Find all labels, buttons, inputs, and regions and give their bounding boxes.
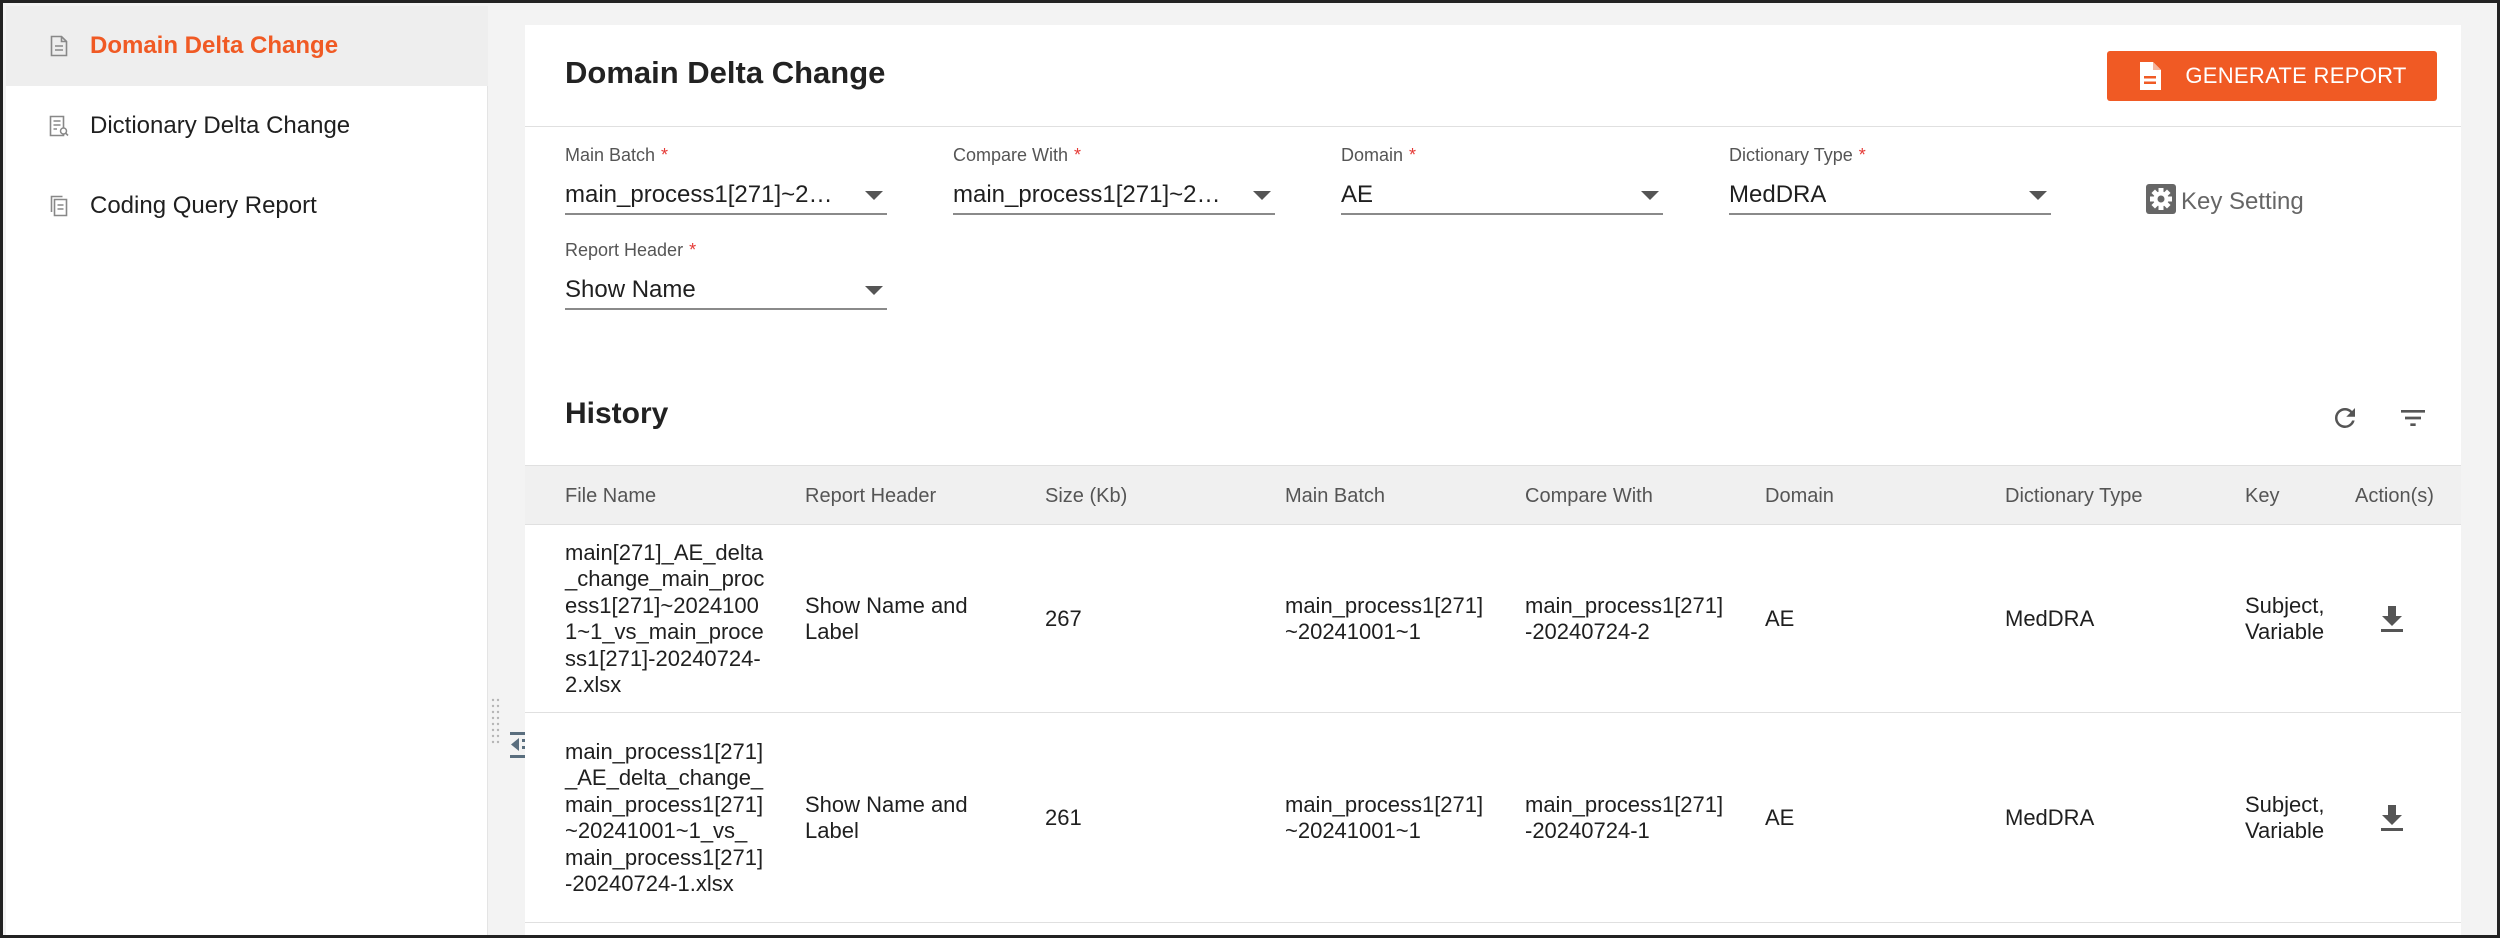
main-batch-cell: main_process1[271]~20241001~1 bbox=[1285, 791, 1484, 844]
required-marker: * bbox=[689, 240, 697, 260]
key-cell: Subject, Variable bbox=[2245, 592, 2325, 645]
report-header-label: Report Header bbox=[565, 240, 684, 260]
dropdown-caret-icon bbox=[865, 190, 883, 200]
report-header-cell: Show Name and Label bbox=[805, 791, 968, 844]
table-header: File Name Report Header Size (Kb) Main B… bbox=[525, 465, 2461, 525]
sidebar: Domain Delta Change Dictionary Delta Cha… bbox=[6, 6, 488, 935]
main-batch-select[interactable]: main_process1[271]~20241001~1 bbox=[565, 177, 887, 215]
download-icon[interactable] bbox=[2375, 801, 2409, 835]
key-cell: Subject, Variable bbox=[2245, 791, 2325, 844]
required-marker: * bbox=[661, 145, 669, 165]
report-document-icon bbox=[2137, 61, 2163, 91]
compare-with-value: main_process1[271]~20240724-2 bbox=[953, 181, 1233, 208]
filter-icon[interactable] bbox=[2393, 398, 2433, 438]
key-setting-label: Key Setting bbox=[2181, 187, 2304, 215]
sidebar-item-label: Domain Delta Change bbox=[90, 32, 339, 59]
main-batch-cell: main_process1[271]~20241001~1 bbox=[1285, 592, 1484, 645]
sidebar-item-coding-query-report[interactable]: Coding Query Report bbox=[6, 166, 488, 246]
table-row: main_process1[271]_AE_delta_change_main_… bbox=[525, 713, 2461, 923]
domain-value: AE bbox=[1341, 181, 1374, 208]
compare-with-select[interactable]: main_process1[271]~20240724-2 bbox=[953, 177, 1275, 215]
main-panel: Domain Delta Change GENERATE REPORT Main… bbox=[525, 25, 2461, 935]
history-title: History bbox=[565, 397, 669, 430]
dictionary-type-field: Dictionary Type * MedDRA bbox=[1729, 145, 2051, 215]
dictionary-type-select[interactable]: MedDRA bbox=[1729, 177, 2051, 215]
domain-label: Domain bbox=[1341, 145, 1404, 165]
column-header-main-batch[interactable]: Main Batch bbox=[1285, 466, 1385, 526]
dropdown-caret-icon bbox=[2029, 190, 2047, 200]
column-header-compare-with[interactable]: Compare With bbox=[1525, 466, 1653, 526]
dictionary-type-cell: MedDRA bbox=[2005, 804, 2095, 830]
compare-with-cell: main_process1[271]-20240724-2 bbox=[1525, 592, 1724, 645]
required-marker: * bbox=[1409, 145, 1417, 165]
domain-cell: AE bbox=[1765, 605, 1795, 631]
column-header-file-name[interactable]: File Name bbox=[565, 466, 656, 526]
resize-handle[interactable] bbox=[491, 697, 501, 749]
dictionary-type-label: Dictionary Type bbox=[1729, 145, 1853, 165]
page-title: Domain Delta Change bbox=[565, 55, 886, 90]
column-header-size[interactable]: Size (Kb) bbox=[1045, 466, 1127, 526]
domain-cell: AE bbox=[1765, 804, 1795, 830]
dictionary-type-cell: MedDRA bbox=[2005, 605, 2095, 631]
key-setting-button[interactable]: Key Setting bbox=[2145, 183, 2304, 220]
dictionary-type-value: MedDRA bbox=[1729, 181, 1827, 208]
column-header-actions: Action(s) bbox=[2355, 484, 2434, 507]
history-table: File Name Report Header Size (Kb) Main B… bbox=[525, 465, 2461, 923]
column-header-dictionary-type[interactable]: Dictionary Type bbox=[2005, 466, 2142, 526]
required-marker: * bbox=[1858, 145, 1866, 165]
app-frame: Domain Delta Change Dictionary Delta Cha… bbox=[0, 0, 2500, 938]
compare-with-field: Compare With* main_process1[271]~2024072… bbox=[953, 145, 1275, 215]
report-header-field: Report Header * Show Name bbox=[565, 240, 887, 310]
file-name-cell: main_process1[271]_AE_delta_change_main_… bbox=[565, 738, 764, 897]
document-list-icon bbox=[48, 114, 70, 138]
dropdown-caret-icon bbox=[1253, 190, 1271, 200]
report-header-select[interactable]: Show Name bbox=[565, 272, 887, 310]
domain-select[interactable]: AE bbox=[1341, 177, 1663, 215]
main-batch-field: Main Batch* main_process1[271]~20241001~… bbox=[565, 145, 887, 215]
header-divider bbox=[525, 126, 2461, 127]
column-header-key[interactable]: Key bbox=[2245, 466, 2279, 526]
refresh-icon[interactable] bbox=[2325, 398, 2365, 438]
size-cell: 261 bbox=[1045, 804, 1082, 830]
sidebar-item-label: Dictionary Delta Change bbox=[90, 112, 351, 139]
copy-document-icon bbox=[48, 194, 70, 218]
domain-field: Domain * AE bbox=[1341, 145, 1663, 215]
file-name-cell: main[271]_AE_delta_change_main_process1[… bbox=[565, 539, 765, 698]
column-header-report-header[interactable]: Report Header bbox=[805, 466, 936, 526]
table-row: main[271]_AE_delta_change_main_process1[… bbox=[525, 525, 2461, 713]
main-batch-value: main_process1[271]~20241001~1 bbox=[565, 181, 845, 208]
required-marker: * bbox=[1074, 145, 1082, 165]
sidebar-item-domain-delta-change[interactable]: Domain Delta Change bbox=[6, 6, 488, 86]
column-header-domain[interactable]: Domain bbox=[1765, 466, 1834, 526]
compare-with-label: Compare With bbox=[953, 145, 1069, 165]
generate-report-label: GENERATE REPORT bbox=[2185, 63, 2407, 88]
compare-with-cell: main_process1[271]-20240724-1 bbox=[1525, 791, 1724, 844]
size-cell: 267 bbox=[1045, 605, 1082, 631]
sidebar-item-dictionary-delta-change[interactable]: Dictionary Delta Change bbox=[6, 86, 488, 166]
document-icon bbox=[48, 34, 70, 58]
dropdown-caret-icon bbox=[865, 285, 883, 295]
download-icon[interactable] bbox=[2375, 602, 2409, 636]
main-batch-label: Main Batch bbox=[565, 145, 656, 165]
dropdown-caret-icon bbox=[1641, 190, 1659, 200]
generate-report-button[interactable]: GENERATE REPORT bbox=[2107, 51, 2437, 101]
sidebar-item-label: Coding Query Report bbox=[90, 192, 317, 219]
report-header-value: Show Name bbox=[565, 276, 696, 303]
report-header-cell: Show Name and Label bbox=[805, 592, 968, 645]
gear-icon bbox=[2145, 183, 2177, 220]
